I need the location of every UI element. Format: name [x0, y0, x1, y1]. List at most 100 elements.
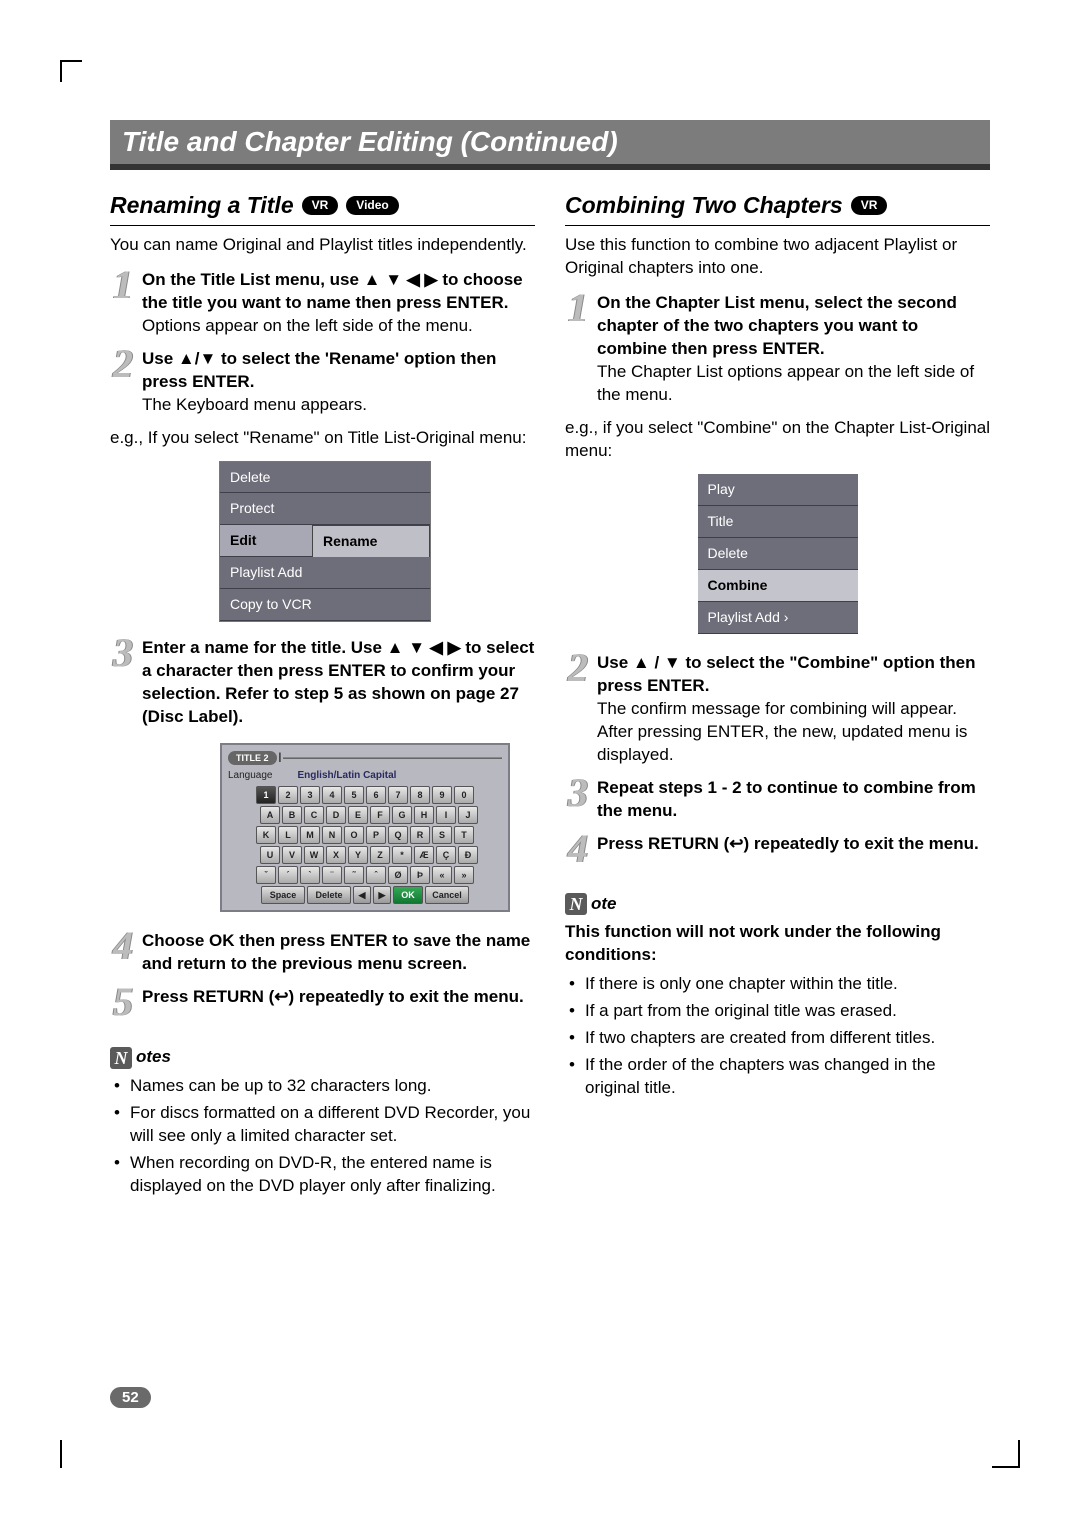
keyboard-row: ˇ´`¨˜ˆØÞ«»: [228, 866, 502, 884]
keyboard-key: 8: [410, 786, 430, 804]
menu-item: Delete: [220, 462, 430, 494]
keyboard-row: ABCDEFGHIJ: [236, 806, 502, 824]
step-number: 4: [565, 833, 591, 865]
keyboard-key: P: [366, 826, 386, 844]
left-step-3: 3 Enter a name for the title. Use ▲ ▼ ◀ …: [110, 637, 535, 729]
keyboard-key: T: [454, 826, 474, 844]
keyboard-key: »: [454, 866, 474, 884]
keyboard-key: U: [260, 846, 280, 864]
menu-item: Delete: [698, 538, 858, 570]
keyboard-key: Y: [348, 846, 368, 864]
keyboard-key: ´: [278, 866, 298, 884]
keyboard-key: 6: [366, 786, 386, 804]
step-number: 1: [110, 269, 136, 338]
rename-context-menu: Delete Protect Edit Rename Delete Part P…: [220, 462, 430, 621]
menu-item: Copy to VCR: [220, 589, 430, 621]
step-bold: Use ▲/▼ to select the 'Rename' option th…: [142, 349, 496, 391]
keyboard-key: *: [392, 846, 412, 864]
right-heading: Combining Two Chapters: [565, 190, 843, 221]
right-heading-row: Combining Two Chapters VR: [565, 190, 990, 226]
keyboard-key: G: [392, 806, 412, 824]
keyboard-key: V: [282, 846, 302, 864]
left-step-5: 5 Press RETURN (↩) repeatedly to exit th…: [110, 986, 535, 1018]
keyboard-key: ˜: [344, 866, 364, 884]
keyboard-key: Þ: [410, 866, 430, 884]
left-intro: You can name Original and Playlist title…: [110, 234, 535, 257]
right-step-1-after: e.g., if you select "Combine" on the Cha…: [565, 417, 990, 463]
step-plain: The Chapter List options appear on the l…: [597, 362, 974, 404]
note-icon: N: [110, 1047, 132, 1069]
keyboard-key: Ø: [388, 866, 408, 884]
keyboard-left-arrow: ◀: [353, 886, 371, 904]
menu-item: Play: [698, 474, 858, 506]
right-notes-list: If there is only one chapter within the …: [565, 973, 990, 1100]
right-intro: Use this function to combine two adjacen…: [565, 234, 990, 280]
menu-item: Title: [698, 506, 858, 538]
badge-video: Video: [346, 196, 398, 214]
note-item: If two chapters are created from differe…: [569, 1027, 990, 1050]
step-number: 3: [110, 637, 136, 729]
step-plain: The Keyboard menu appears.: [142, 395, 367, 414]
keyboard-title-underline: [283, 757, 502, 759]
left-column: Renaming a Title VR Video You can name O…: [110, 190, 535, 1202]
keyboard-delete: Delete: [307, 886, 351, 904]
step-number: 2: [110, 348, 136, 417]
right-note-intro: This function will not work under the fo…: [565, 921, 990, 967]
keyboard-key: C: [304, 806, 324, 824]
step-plain: Options appear on the left side of the m…: [142, 316, 473, 335]
keyboard-key: H: [414, 806, 434, 824]
keyboard-key: 9: [432, 786, 452, 804]
keyboard-key: `: [300, 866, 320, 884]
step-number: 3: [565, 777, 591, 823]
keyboard-key: K: [256, 826, 276, 844]
step-plain: The confirm message for combining will a…: [597, 699, 967, 764]
keyboard-key: Æ: [414, 846, 434, 864]
note-item: If the order of the chapters was changed…: [569, 1054, 990, 1100]
keyboard-key: L: [278, 826, 298, 844]
page-title: Title and Chapter Editing (Continued): [122, 126, 618, 157]
keyboard-key: E: [348, 806, 368, 824]
page-title-bar: Title and Chapter Editing (Continued): [110, 120, 990, 170]
combine-context-menu: Play Title Delete Combine Playlist Add ›: [698, 474, 858, 633]
step-bold: On the Chapter List menu, select the sec…: [597, 293, 957, 358]
keyboard-row: KLMNOPQRST: [228, 826, 502, 844]
notes-heading: N otes: [110, 1046, 535, 1069]
keyboard-key: M: [300, 826, 320, 844]
keyboard-key: ¨: [322, 866, 342, 884]
right-column: Combining Two Chapters VR Use this funct…: [565, 190, 990, 1202]
left-notes-list: Names can be up to 32 characters long. F…: [110, 1075, 535, 1198]
keyboard-key: ˇ: [256, 866, 276, 884]
step-number: 2: [565, 652, 591, 767]
keyboard-key: B: [282, 806, 302, 824]
keyboard-bottom-row: Space Delete ◀ ▶ OK Cancel: [228, 886, 502, 904]
left-heading-row: Renaming a Title VR Video: [110, 190, 535, 226]
step-bold: Choose OK then press ENTER to save the n…: [142, 931, 530, 973]
menu-item: Playlist Add: [220, 557, 430, 589]
badge-vr: VR: [851, 196, 888, 214]
keyboard-title-chip: TITLE 2: [228, 751, 277, 765]
keyboard-key: A: [260, 806, 280, 824]
right-step-2: 2 Use ▲ / ▼ to select the "Combine" opti…: [565, 652, 990, 767]
step-number: 4: [110, 930, 136, 976]
menu-item: Playlist Add ›: [698, 602, 858, 634]
keyboard-key: O: [344, 826, 364, 844]
keyboard-key: «: [432, 866, 452, 884]
keyboard-key: ˆ: [366, 866, 386, 884]
left-step-2: 2 Use ▲/▼ to select the 'Rename' option …: [110, 348, 535, 417]
keyboard-ok: OK: [393, 886, 423, 904]
note-item: If there is only one chapter within the …: [569, 973, 990, 996]
keyboard-key: 2: [278, 786, 298, 804]
keyboard-cancel: Cancel: [425, 886, 469, 904]
keyboard-right-arrow: ▶: [373, 886, 391, 904]
step-bold: Repeat steps 1 - 2 to continue to combin…: [597, 778, 976, 820]
menu-item-selected: Combine: [698, 570, 858, 602]
step-number: 1: [565, 292, 591, 407]
keyboard-key: W: [304, 846, 324, 864]
menu-item-selected: Edit Rename Delete Part: [220, 525, 430, 557]
keyboard-key: F: [370, 806, 390, 824]
note-item: If a part from the original title was er…: [569, 1000, 990, 1023]
onscreen-keyboard: TITLE 2 | Language English/Latin Capital…: [220, 743, 510, 913]
right-step-4: 4 Press RETURN (↩) repeatedly to exit th…: [565, 833, 990, 865]
keyboard-key: S: [432, 826, 452, 844]
note-icon: N: [565, 893, 587, 915]
